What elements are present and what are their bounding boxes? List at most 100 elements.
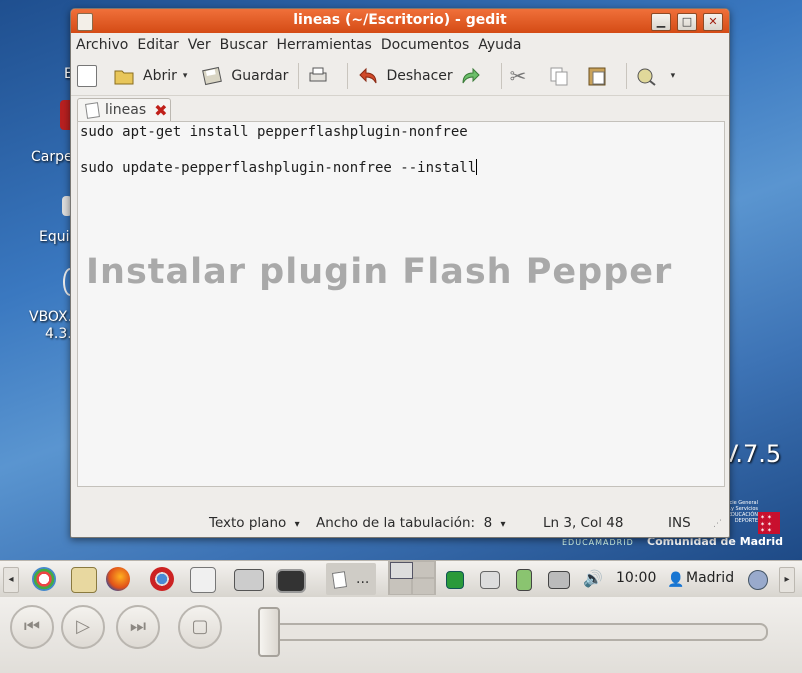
user-icon: 👤 [667, 572, 685, 588]
taskbar-right-arrow[interactable]: ▸ [779, 567, 795, 593]
clock[interactable]: 10:00 [616, 570, 656, 586]
version-label: V.7.5 [722, 440, 782, 468]
taskbar-app-label: ... [356, 571, 370, 587]
tab-bar: lineas ✖ [71, 96, 729, 121]
redo-button[interactable] [461, 65, 491, 87]
menu-buscar[interactable]: Buscar [219, 35, 269, 55]
menu-editar[interactable]: Editar [136, 35, 179, 55]
madrid-logo: ✶ ✶ ✶ ✶ ✶ ✶ [758, 512, 780, 534]
minimize-button[interactable]: ▁ [651, 13, 671, 31]
language-label: Texto plano [209, 515, 287, 531]
open-button[interactable]: Abrir ▾ [113, 65, 187, 87]
scissors-icon: ✂ [509, 64, 527, 88]
copy-icon [548, 65, 570, 87]
undo-icon [356, 65, 378, 87]
close-button[interactable]: ✕ [703, 13, 723, 31]
tab-lineas[interactable]: lineas ✖ [77, 98, 171, 121]
copy-button[interactable] [548, 65, 578, 87]
play-button[interactable]: ▷ [61, 605, 105, 649]
statusbar: Texto plano ▾ Ancho de la tabulación: 8 … [71, 509, 729, 537]
toolbar: Abrir ▾ Guardar Deshacer ✂ ▾ [71, 57, 729, 96]
menu-archivo[interactable]: Archivo [75, 35, 129, 55]
editor-line-3-text: sudo update-pepperflashplugin-nonfree --… [80, 160, 477, 176]
taskbar-left-arrow[interactable]: ◂ [3, 567, 19, 593]
network-icon[interactable] [548, 571, 570, 589]
menu-herramientas[interactable]: Herramientas [275, 35, 372, 55]
editor-line-1: sudo apt-get install pepperflashplugin-n… [80, 124, 468, 140]
taskbar: ◂ ... 🔊 10:00 👤 Madrid ▸ [0, 560, 802, 598]
open-label: Abrir [143, 68, 177, 84]
chevron-down-icon: ▾ [294, 519, 300, 530]
gedit-window: lineas (~/Escritorio) - gedit ▁ □ ✕ Arch… [70, 8, 730, 538]
mail-icon[interactable] [480, 571, 500, 589]
stop-button[interactable]: ▢ [178, 605, 222, 649]
titlebar[interactable]: lineas (~/Escritorio) - gedit ▁ □ ✕ [71, 9, 729, 33]
toolbar-separator [347, 63, 349, 89]
forward-button[interactable]: ⏭ [116, 605, 160, 649]
tab-width-selector[interactable]: Ancho de la tabulación: 8 ▾ [316, 515, 506, 531]
cut-button[interactable]: ✂ [510, 65, 540, 87]
redo-icon [461, 65, 483, 87]
firefox-icon[interactable] [106, 567, 130, 591]
print-button[interactable] [307, 65, 337, 87]
workspace-3[interactable] [390, 579, 411, 594]
user-menu[interactable]: Madrid [686, 570, 734, 586]
workspace-4[interactable] [413, 579, 434, 594]
seek-bar[interactable] [262, 623, 768, 641]
screenshot-icon[interactable] [234, 569, 264, 591]
open-dropdown-arrow[interactable]: ▾ [183, 71, 188, 81]
menubar: Archivo Editar Ver Buscar Herramientas D… [71, 33, 729, 57]
resize-grip-icon[interactable]: ⋰ [713, 519, 722, 529]
chevron-down-icon: ▾ [500, 519, 506, 530]
workspace-switcher[interactable] [388, 561, 436, 595]
toolbar-separator [500, 63, 502, 89]
text-editor[interactable]: sudo apt-get install pepperflashplugin-n… [77, 121, 725, 487]
tab-label: lineas [105, 102, 147, 118]
desktop-icon-label-5[interactable]: 4.3. [45, 326, 72, 342]
text-caret [476, 159, 478, 175]
language-selector[interactable]: Texto plano ▾ [209, 515, 300, 531]
save-button[interactable]: Guardar [201, 65, 288, 87]
undo-button[interactable]: Deshacer [356, 65, 453, 87]
tab-width-label: Ancho de la tabulación: 8 [316, 515, 493, 531]
video-title-overlay: Instalar plugin Flash Pepper [86, 252, 673, 292]
editor-line-3: sudo update-pepperflashplugin-nonfree --… [80, 159, 478, 176]
new-document-icon [77, 65, 97, 87]
seek-handle[interactable] [258, 607, 280, 657]
volume-icon[interactable]: 🔊 [583, 570, 603, 588]
desktop-icon-label-4[interactable]: VBOX. [29, 309, 72, 325]
paste-icon [586, 65, 608, 87]
toolbar-separator [298, 63, 300, 89]
status-green-icon[interactable] [446, 571, 464, 589]
workspace-2[interactable] [413, 562, 434, 577]
paste-button[interactable] [586, 65, 616, 87]
folder-icon [113, 65, 135, 87]
toolbar-separator [625, 63, 627, 89]
taskbar-gedit-window[interactable]: ... [326, 563, 376, 595]
save-icon [201, 65, 223, 87]
window-title: lineas (~/Escritorio) - gedit [293, 12, 507, 28]
rewind-button[interactable]: ⏮ [10, 605, 54, 649]
desktop-icon-label-3[interactable]: Equi [39, 229, 70, 245]
search-button[interactable]: ▾ [635, 65, 676, 87]
menu-documentos[interactable]: Documentos [380, 35, 470, 55]
menu-ayuda[interactable]: Ayuda [477, 35, 522, 55]
battery-icon[interactable] [516, 569, 532, 591]
media-controls: ⏮ ▷ ⏭ ▢ [0, 597, 802, 673]
shutdown-icon[interactable] [748, 570, 768, 590]
new-button[interactable] [77, 65, 105, 87]
insert-mode: INS [668, 515, 691, 531]
notes-icon[interactable] [190, 567, 216, 593]
chromium-icon[interactable] [150, 567, 174, 591]
workspace-1[interactable] [390, 562, 413, 579]
educamadrid-logo: EDUCAMADRID [562, 538, 634, 547]
media-player-icon[interactable] [276, 569, 306, 593]
start-menu-icon[interactable] [32, 567, 56, 591]
document-icon [85, 101, 100, 119]
maximize-button[interactable]: □ [677, 13, 697, 31]
tab-close-icon[interactable]: ✖ [154, 101, 167, 120]
search-dropdown-arrow[interactable]: ▾ [671, 71, 676, 81]
menu-ver[interactable]: Ver [187, 35, 212, 55]
text-editor-launcher-icon[interactable] [71, 567, 97, 593]
desktop-icon-label-2[interactable]: Carpe [31, 149, 73, 165]
